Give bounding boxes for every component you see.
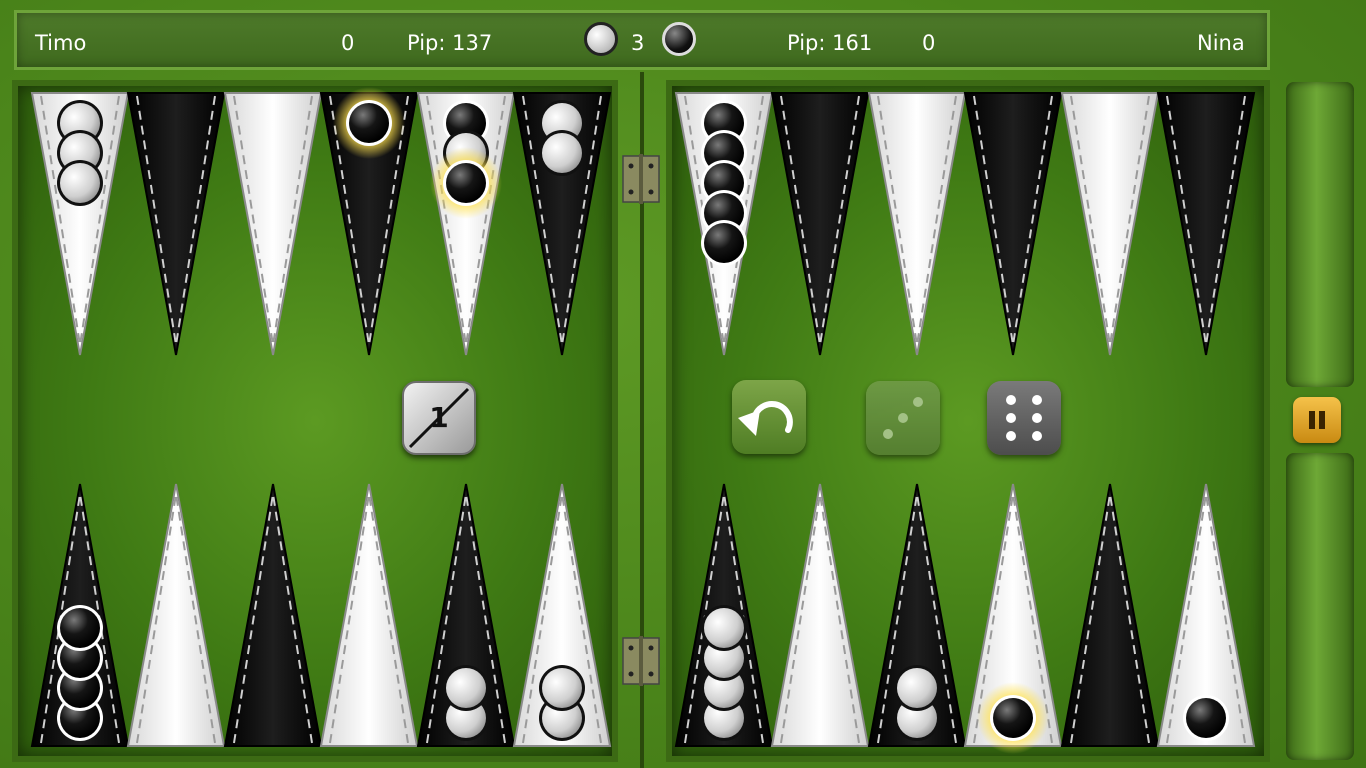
checker-face <box>349 103 389 143</box>
board-points-layer <box>30 87 1256 754</box>
checker-face <box>542 668 582 708</box>
die-pip <box>1032 413 1043 423</box>
checker-face <box>542 133 582 173</box>
pause-icon <box>1309 411 1315 429</box>
checker-face <box>1186 698 1226 738</box>
bear-off-tray-top[interactable] <box>1286 82 1354 387</box>
die-active[interactable] <box>987 381 1061 455</box>
undo-arrow-icon <box>738 401 793 436</box>
checker-face <box>993 698 1033 738</box>
checker-face <box>60 608 100 648</box>
die-pip <box>1005 430 1016 441</box>
die-pip <box>1005 413 1016 423</box>
die-used[interactable] <box>866 381 940 455</box>
bear-off-tray-bottom[interactable] <box>1286 453 1354 760</box>
undo-button[interactable] <box>732 380 806 454</box>
die-pip <box>1005 395 1016 406</box>
die-pip <box>883 429 894 440</box>
pause-button[interactable] <box>1293 397 1341 443</box>
checker-face <box>446 163 486 203</box>
doubling-cube[interactable]: 1 <box>402 381 476 455</box>
checker-face <box>704 608 744 648</box>
checker-face <box>704 223 744 263</box>
doubling-cube-value: 1 <box>429 401 449 434</box>
checker-face <box>897 668 937 708</box>
die-pip <box>1032 395 1043 406</box>
checker-face <box>446 668 486 708</box>
die-pip <box>898 413 908 423</box>
checker-face <box>60 163 100 203</box>
die-pip <box>1032 430 1043 441</box>
die-pip <box>912 396 923 407</box>
